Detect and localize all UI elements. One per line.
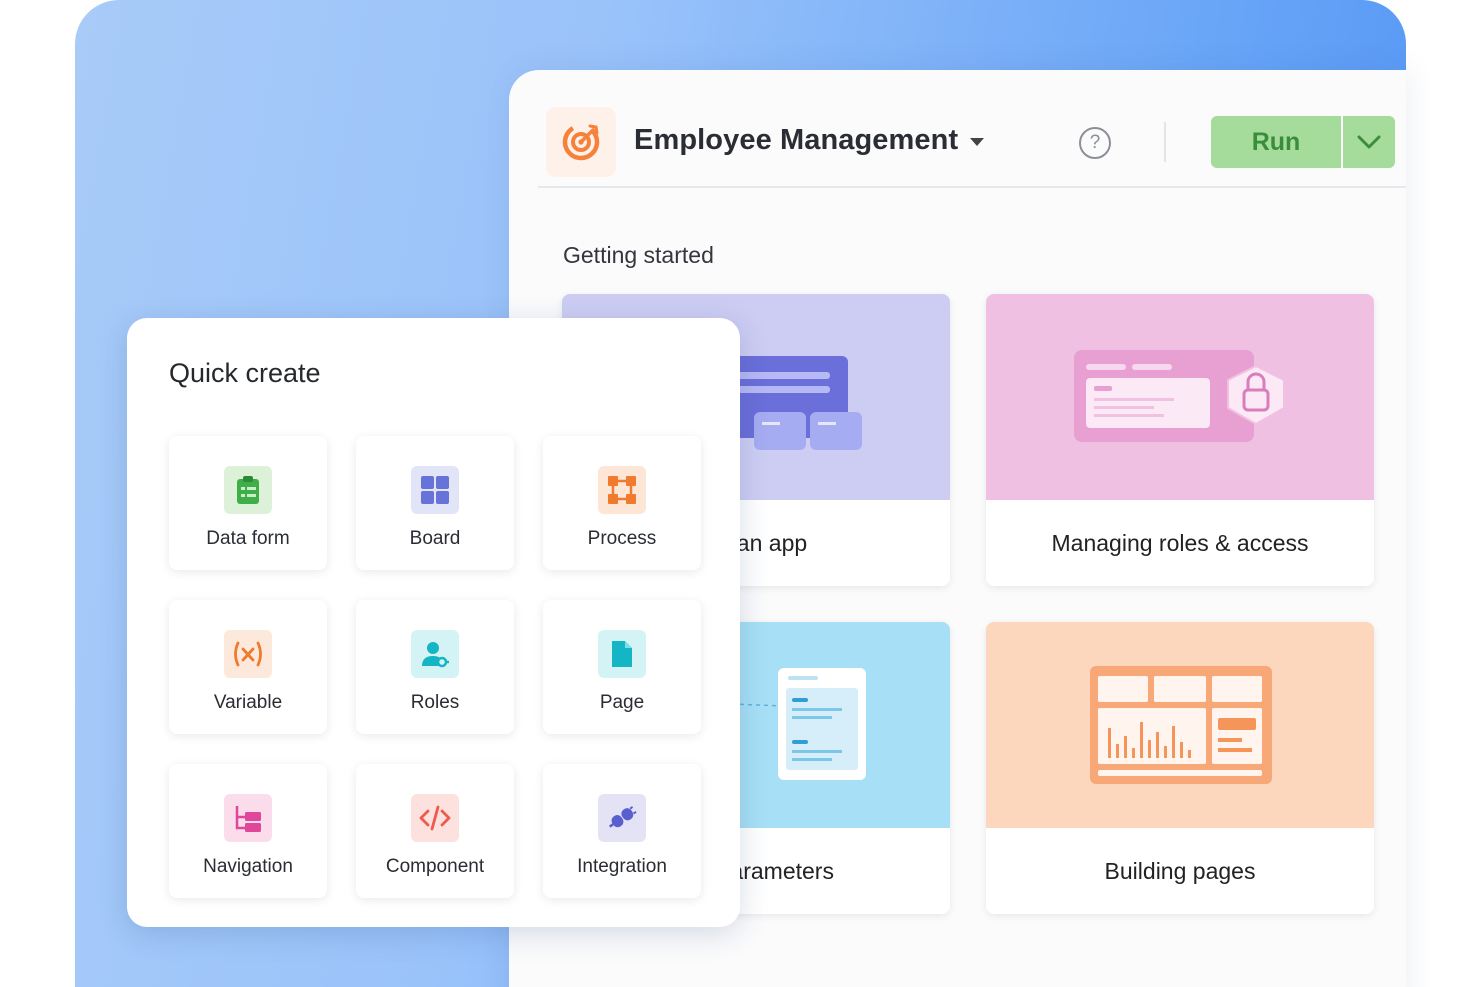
- tile-label: Variable: [213, 692, 283, 713]
- quick-create-page[interactable]: Page: [543, 600, 701, 734]
- quick-create-data-form[interactable]: Data form: [169, 436, 327, 570]
- quick-create-navigation[interactable]: Navigation: [169, 764, 327, 898]
- app-logo-icon[interactable]: [546, 107, 616, 177]
- card-building-pages[interactable]: Building pages: [986, 622, 1374, 914]
- navigation-icon: [224, 794, 272, 842]
- tile-label: Integration: [577, 856, 667, 877]
- clipboard-icon: [224, 466, 272, 514]
- run-options-button[interactable]: [1343, 116, 1395, 168]
- tile-label: Page: [599, 692, 645, 713]
- integration-icon: [598, 794, 646, 842]
- app-header: Employee Management ? Run: [538, 70, 1406, 188]
- roles-icon: [411, 630, 459, 678]
- quick-create-board[interactable]: Board: [356, 436, 514, 570]
- tile-label: Data form: [206, 528, 290, 549]
- app-title[interactable]: Employee Management: [634, 124, 958, 157]
- chevron-down-icon: [1357, 135, 1381, 149]
- divider: [1164, 122, 1166, 162]
- quick-create-component[interactable]: Component: [356, 764, 514, 898]
- code-icon: [411, 794, 459, 842]
- screen: Employee Management ? Run Getting starte…: [0, 0, 1480, 987]
- tile-label: Roles: [410, 692, 460, 713]
- page-icon: [598, 630, 646, 678]
- quick-create-roles[interactable]: Roles: [356, 600, 514, 734]
- quick-create-variable[interactable]: Variable: [169, 600, 327, 734]
- tile-label: Board: [409, 528, 461, 549]
- quick-create-panel: Quick create Data form Board Process Var…: [127, 318, 740, 927]
- help-icon[interactable]: ?: [1079, 127, 1111, 159]
- card-illustration: [986, 622, 1374, 828]
- card-label: Managing roles & access: [1051, 529, 1309, 556]
- caret-down-icon[interactable]: [970, 138, 984, 146]
- quick-create-process[interactable]: Process: [543, 436, 701, 570]
- quick-create-title: Quick create: [169, 358, 321, 388]
- tile-label: Process: [587, 528, 657, 549]
- card-managing-roles[interactable]: Managing roles & access: [986, 294, 1374, 586]
- variable-icon: [224, 630, 272, 678]
- run-button[interactable]: Run: [1211, 116, 1341, 168]
- card-illustration: [986, 294, 1374, 500]
- process-icon: [598, 466, 646, 514]
- quick-create-integration[interactable]: Integration: [543, 764, 701, 898]
- card-label: Building pages: [1104, 857, 1256, 884]
- tile-label: Navigation: [203, 856, 293, 877]
- board-grid-icon: [411, 466, 459, 514]
- getting-started-heading: Getting started: [563, 242, 714, 268]
- tile-label: Component: [385, 856, 485, 877]
